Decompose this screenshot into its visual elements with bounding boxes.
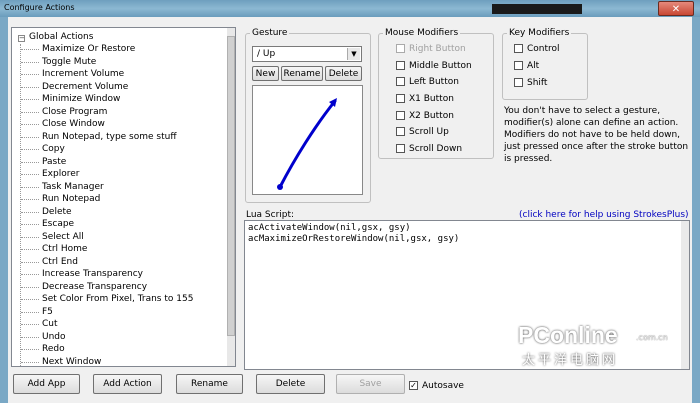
list-item[interactable]: Paste <box>12 156 193 169</box>
list-item[interactable]: Close Window <box>12 118 193 131</box>
checkbox-icon[interactable] <box>514 44 523 53</box>
checkbox-icon[interactable] <box>514 78 523 87</box>
lua-script-label: Lua Script: <box>246 210 295 220</box>
list-item[interactable]: Toggle Mute <box>12 56 193 69</box>
list-item[interactable]: Run Notepad, type some stuff <box>12 131 193 144</box>
checkbox-label: Scroll Down <box>409 144 463 154</box>
checkbox-icon[interactable] <box>396 94 405 103</box>
chevron-down-icon[interactable]: ▼ <box>347 48 360 60</box>
help-link[interactable]: (click here for help using StrokesPlus) <box>519 210 689 220</box>
modifiers-info-text: You don't have to select a gesture, modi… <box>504 106 689 164</box>
pconline-watermark: PConline .com.cn 太平洋电脑网 <box>516 322 686 368</box>
list-item[interactable]: Increment Volume <box>12 68 193 81</box>
list-item[interactable]: Copy <box>12 143 193 156</box>
rename-gesture-button[interactable]: Rename <box>281 66 323 81</box>
list-item[interactable]: Run Notepad <box>12 193 193 206</box>
checkbox-icon[interactable] <box>396 144 405 153</box>
gesture-legend: Gesture <box>252 28 288 38</box>
autosave-label: Autosave <box>422 381 464 391</box>
gesture-stroke-icon <box>277 98 337 190</box>
actions-tree[interactable]: − Global Actions Maximize Or Restore Tog… <box>11 27 236 367</box>
key-modifiers-legend: Key Modifiers <box>509 28 570 38</box>
list-item[interactable]: Cut <box>12 318 193 331</box>
checkbox-label: Scroll Up <box>409 127 449 137</box>
checkbox-label: X2 Button <box>409 111 454 121</box>
list-item[interactable]: Close Program <box>12 106 193 119</box>
checkbox-icon[interactable] <box>396 77 405 86</box>
watermark-domain: .com.cn <box>636 333 668 342</box>
checkbox-label: Left Button <box>409 77 459 87</box>
gesture-selected-value: / Up <box>257 49 276 59</box>
list-item[interactable]: Explorer <box>12 168 193 181</box>
title-bar[interactable]: Configure Actions ✕ <box>0 0 700 17</box>
tree-root-label[interactable]: Global Actions <box>29 31 93 43</box>
redacted-area <box>492 4 582 14</box>
window-frame-right <box>692 17 700 403</box>
list-item[interactable]: F5 <box>12 306 193 319</box>
checkbox-icon[interactable] <box>396 61 405 70</box>
checkbox-icon[interactable] <box>396 111 405 120</box>
close-button[interactable]: ✕ <box>658 1 694 16</box>
window-title: Configure Actions <box>4 3 75 12</box>
list-item[interactable]: Select All <box>12 231 193 244</box>
window-frame-left <box>0 17 8 403</box>
list-item[interactable]: Ctrl Home <box>12 243 193 256</box>
tree-scroll-thumb[interactable] <box>227 36 235 336</box>
checkbox-icon[interactable] <box>396 127 405 136</box>
rename-button[interactable]: Rename <box>176 374 243 394</box>
action-list: Maximize Or Restore Toggle Mute Incremen… <box>12 43 193 366</box>
list-item[interactable]: Maximize Or Restore <box>12 43 193 56</box>
list-item[interactable]: Delete <box>12 206 193 219</box>
checkbox-label: X1 Button <box>409 94 454 104</box>
watermark-chinese: 太平洋电脑网 <box>522 353 619 368</box>
list-item[interactable]: Undo <box>12 331 193 344</box>
checkbox-icon[interactable] <box>514 61 523 70</box>
add-app-button[interactable]: Add App <box>13 374 80 394</box>
checkbox-label: Control <box>527 44 560 54</box>
add-action-button[interactable]: Add Action <box>93 374 162 394</box>
list-item[interactable]: Next Window <box>12 356 193 366</box>
checkbox-label: Right Button <box>409 44 466 54</box>
list-item[interactable]: Task Manager <box>12 181 193 194</box>
watermark-brand: PConline <box>518 322 618 348</box>
delete-button[interactable]: Delete <box>256 374 325 394</box>
list-item[interactable]: Minimize Window <box>12 93 193 106</box>
checkbox-label: Alt <box>527 61 540 71</box>
code-line: acMaximizeOrRestoreWindow(nil,gsx, gsy) <box>248 234 460 244</box>
list-item[interactable]: Escape <box>12 218 193 231</box>
configure-actions-window: Configure Actions ✕ − Global Actions Max… <box>0 0 700 403</box>
list-item[interactable]: Decrement Volume <box>12 81 193 94</box>
checkbox-icon[interactable] <box>396 44 405 53</box>
checkbox-checked-icon[interactable]: ✓ <box>409 381 418 390</box>
mouse-modifiers-legend: Mouse Modifiers <box>385 28 459 38</box>
list-item[interactable]: Ctrl End <box>12 256 193 269</box>
list-item[interactable]: Redo <box>12 343 193 356</box>
code-line: acActivateWindow(nil,gsx, gsy) <box>248 223 411 233</box>
collapse-icon[interactable]: − <box>18 35 25 42</box>
list-item[interactable]: Set Color From Pixel, Trans to 155 <box>12 293 193 306</box>
gesture-preview-canvas <box>252 85 363 195</box>
gesture-dropdown[interactable]: / Up ▼ <box>252 46 362 62</box>
list-item[interactable]: Decrease Transparency <box>12 281 193 294</box>
new-gesture-button[interactable]: New <box>252 66 279 81</box>
delete-gesture-button[interactable]: Delete <box>325 66 362 81</box>
checkbox-label: Middle Button <box>409 61 472 71</box>
checkbox-label: Shift <box>527 78 548 88</box>
list-item[interactable]: Increase Transparency <box>12 268 193 281</box>
tree-scrollbar[interactable] <box>227 28 235 366</box>
save-button[interactable]: Save <box>336 374 405 394</box>
